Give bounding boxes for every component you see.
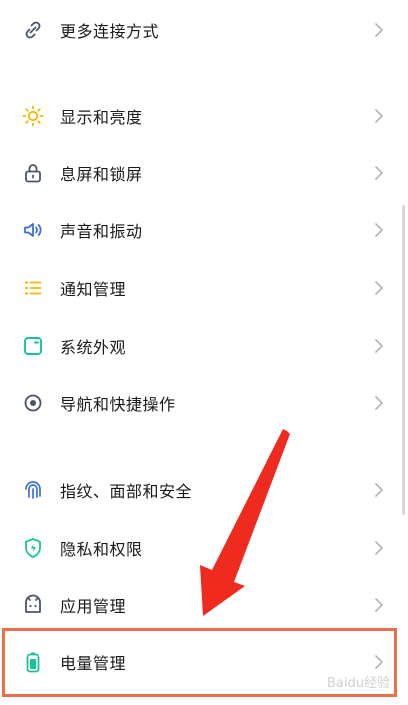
watermark: Baidu经验 <box>327 676 390 691</box>
fingerprint-icon <box>20 477 46 503</box>
settings-item-label: 声音和振动 <box>60 222 143 241</box>
list-icon <box>20 275 46 301</box>
settings-item-navigation-shortcuts[interactable]: 导航和快捷操作 <box>0 375 408 431</box>
settings-item-label: 息屏和锁屏 <box>60 165 143 184</box>
settings-item-label: 系统外观 <box>60 338 127 357</box>
settings-item-label: 电量管理 <box>60 654 127 673</box>
settings-item-label: 更多连接方式 <box>60 22 160 41</box>
settings-item-display-brightness[interactable]: 显示和亮度 <box>0 88 408 144</box>
chevron-right-icon <box>374 654 384 670</box>
app-icon <box>20 592 46 618</box>
settings-item-fingerprint-face-security[interactable]: 指纹、面部和安全 <box>0 462 408 518</box>
settings-item-sound-vibration[interactable]: 声音和振动 <box>0 202 408 258</box>
chevron-right-icon <box>374 482 384 498</box>
theme-icon <box>20 333 46 359</box>
chevron-right-icon <box>374 222 384 238</box>
chevron-right-icon <box>374 338 384 354</box>
settings-item-label: 导航和快捷操作 <box>60 395 176 414</box>
navigation-icon <box>20 390 46 416</box>
settings-item-label: 应用管理 <box>60 597 127 616</box>
battery-icon <box>20 649 46 675</box>
scrollbar[interactable] <box>402 205 405 515</box>
lock-icon <box>20 160 46 186</box>
sun-icon <box>20 103 46 129</box>
settings-item-notifications[interactable]: 通知管理 <box>0 260 408 316</box>
settings-item-privacy-permissions[interactable]: 隐私和权限 <box>0 520 408 576</box>
settings-item-screen-lock[interactable]: 息屏和锁屏 <box>0 145 408 201</box>
settings-page: 更多连接方式 显示和亮度 息屏和锁屏 声音和振动 通知管理 系统外观 导航和快捷… <box>0 0 408 705</box>
chevron-right-icon <box>374 540 384 556</box>
settings-item-label: 显示和亮度 <box>60 108 143 127</box>
chevron-right-icon <box>374 165 384 181</box>
link-icon <box>20 17 46 43</box>
settings-item-label: 隐私和权限 <box>60 540 143 559</box>
settings-item-label: 通知管理 <box>60 280 127 299</box>
chevron-right-icon <box>374 395 384 411</box>
settings-item-app-management[interactable]: 应用管理 <box>0 577 408 633</box>
settings-item-label: 指纹、面部和安全 <box>60 482 193 501</box>
chevron-right-icon <box>374 280 384 296</box>
settings-item-more-connections[interactable]: 更多连接方式 <box>0 2 408 58</box>
chevron-right-icon <box>374 597 384 613</box>
chevron-right-icon <box>374 108 384 124</box>
chevron-right-icon <box>374 22 384 38</box>
speaker-icon <box>20 217 46 243</box>
settings-item-system-appearance[interactable]: 系统外观 <box>0 318 408 374</box>
shield-icon <box>20 535 46 561</box>
